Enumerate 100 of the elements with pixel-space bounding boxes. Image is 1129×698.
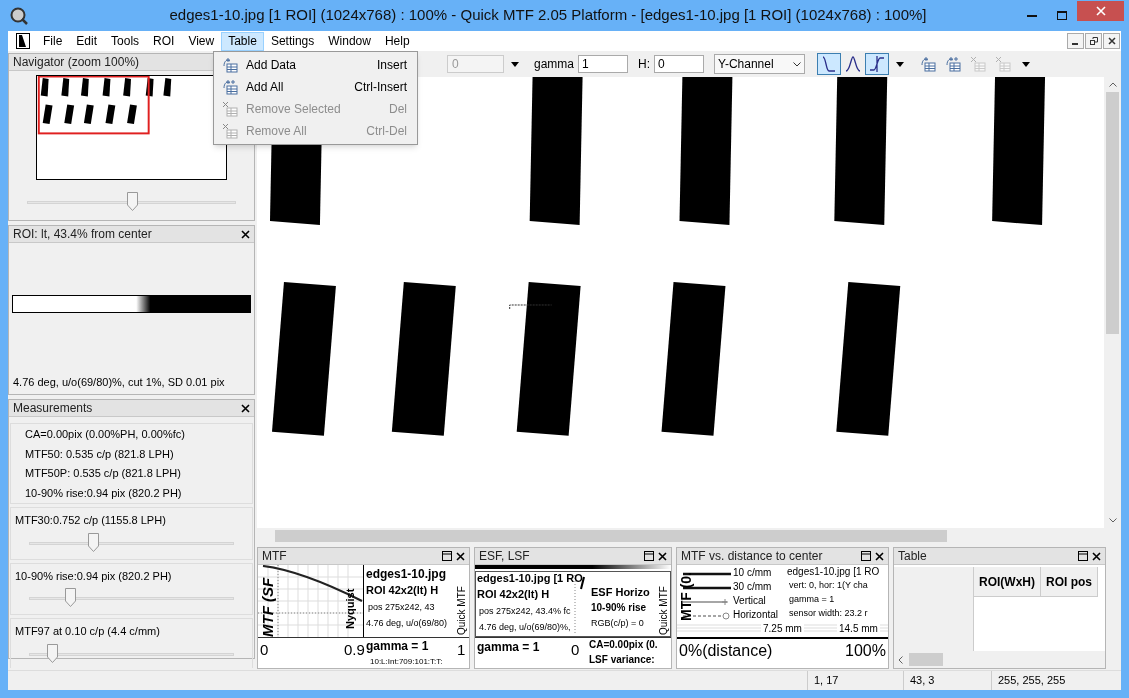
plot-text: Nyquist <box>345 587 357 629</box>
menu-item[interactable]: Window <box>321 31 378 51</box>
slider-thumb[interactable] <box>126 192 138 211</box>
curve-toggle-button[interactable] <box>817 53 841 75</box>
slider[interactable] <box>27 192 236 212</box>
column-header[interactable]: ROI(WxH) <box>974 567 1041 596</box>
plot-text: MTF (0. <box>679 571 695 621</box>
plot-text: MTF (SF <box>260 576 276 637</box>
table-remove-icon <box>970 56 986 72</box>
menu-item[interactable]: Edit <box>69 31 105 51</box>
float-icon[interactable] <box>644 551 654 561</box>
slider-label: MTF30:0.752 c/p (1155.8 LPH) <box>14 513 167 528</box>
plot-text: 30 c/mm <box>733 582 772 592</box>
table-remove-icon <box>222 123 238 139</box>
close-icon[interactable] <box>1092 551 1101 561</box>
close-icon[interactable] <box>456 551 465 561</box>
table-add-icon <box>920 56 936 72</box>
menu-item[interactable]: Settings <box>263 31 322 51</box>
document-restore-button[interactable] <box>1085 33 1102 49</box>
menu-item[interactable]: Table <box>221 31 264 51</box>
document-minimize-button[interactable] <box>1067 33 1084 49</box>
plot-text: 0 <box>571 642 580 657</box>
plot-text: Quick MTF <box>457 585 468 635</box>
panel-title: Table <box>898 548 927 565</box>
toolbar-overflow-icon[interactable] <box>896 61 904 67</box>
panel-title: MTF vs. distance to center <box>681 548 823 565</box>
measurement-text: 10-90% rise:0.94 pix (820.2 PH) <box>25 485 183 501</box>
table-add-icon <box>222 57 238 73</box>
close-icon[interactable] <box>875 551 884 561</box>
plot-text: Vertical <box>733 596 766 606</box>
slider-thumb[interactable] <box>46 643 58 663</box>
plot-text: vert: 0, hor: 1(Y cha <box>789 581 868 590</box>
menu-item[interactable]: File <box>36 31 70 51</box>
gamma-field[interactable]: 1 <box>578 55 628 73</box>
plot-text: 4.76 deg, u/o(69/80) <box>366 619 448 628</box>
roi-info: 4.76 deg, u/o(69/80)%, cut 1%, SD 0.01 pix <box>12 374 226 390</box>
plot-text: sensor width: 23.2 r <box>789 609 868 618</box>
h-field[interactable]: 0 <box>654 55 704 73</box>
restore-icon <box>1089 37 1098 45</box>
column-header[interactable]: ROI pos <box>1041 567 1098 596</box>
plot-text: gamma = 1 <box>477 641 540 653</box>
menu-item[interactable]: Help <box>377 31 417 51</box>
plot-text: 7.25 mm <box>761 624 804 634</box>
plot-text: 100% <box>845 643 886 659</box>
plot-text: Horizontal <box>733 610 779 620</box>
document-close-button[interactable] <box>1103 33 1120 49</box>
float-icon[interactable] <box>1078 551 1088 561</box>
plot-text: RGB(c/p) = 0 <box>591 619 644 628</box>
table-add-icon <box>222 79 238 95</box>
status-text: 1, 17 <box>807 671 903 690</box>
close-icon <box>1107 37 1116 45</box>
slider-thumb[interactable] <box>65 588 76 607</box>
minimize-icon <box>1027 14 1037 17</box>
slider[interactable] <box>29 532 234 553</box>
plot-text: 4.76 deg, u/o(69/80)%, <box>479 623 571 632</box>
dropdown-menu-item[interactable]: Add Data Insert <box>214 54 417 76</box>
panel-title: Navigator (zoom 100%) <box>13 54 140 71</box>
table-toolbar-button[interactable] <box>919 54 937 74</box>
slider[interactable] <box>29 643 234 664</box>
window-title: edges1-10.jpg [1 ROI] (1024x768) : 100% - Quick MTF 2.05 Platform - [edges1-10.jpg [1 ROI] (1024x768) : 100%] <box>168 5 928 26</box>
plot-text: 1 <box>457 642 466 657</box>
menu-item[interactable]: View <box>181 31 222 51</box>
plot-text: LSF variance: <box>589 655 655 665</box>
channel-select[interactable]: Y-Channel <box>714 54 805 74</box>
plot-text: 10 c/mm <box>733 568 772 578</box>
curve-icon <box>868 55 886 73</box>
toolbar-overflow-icon[interactable] <box>1022 61 1030 67</box>
plot-text: Quick MTF <box>659 585 670 635</box>
plot-text: gamma = 1 <box>366 640 429 652</box>
plot-text: 10:L:Int:709:101:T:T: <box>370 658 443 666</box>
menu-item[interactable]: Tools <box>104 31 147 51</box>
plot-text: pos 275x242, 43.4% fc <box>479 607 571 616</box>
plot-text: 14.5 mm <box>837 624 880 634</box>
scrollbar-thumb[interactable] <box>909 653 943 666</box>
panel-title: MTF <box>262 548 287 565</box>
plot-text: 0.9 <box>344 642 365 657</box>
chevron-down-icon <box>1108 518 1117 523</box>
table-remove-icon <box>222 101 238 117</box>
close-icon[interactable] <box>241 403 250 413</box>
plot-text: ROI 42x2(lt) H <box>477 589 550 600</box>
gamma-label: gamma <box>534 56 574 73</box>
slider-label: 10-90% rise:0.94 pix (820.2 PH) <box>14 568 173 584</box>
toolbar-overflow-icon[interactable] <box>511 61 519 67</box>
plot-text: CA=0.00pix (0. <box>589 640 658 650</box>
close-icon[interactable] <box>658 551 667 561</box>
plot-text: edges1-10.jpg [1 RO <box>477 573 583 584</box>
menu-item[interactable]: ROI <box>146 31 182 51</box>
close-icon[interactable] <box>241 229 250 239</box>
slider[interactable] <box>29 588 234 608</box>
dropdown-menu-item[interactable]: Add All Ctrl-Insert <box>214 76 417 98</box>
slider-thumb[interactable] <box>87 532 99 552</box>
float-icon[interactable] <box>861 551 871 561</box>
chevron-down-icon <box>793 61 801 67</box>
horizontal-scrollbar[interactable] <box>894 651 1105 668</box>
curve-toggle-button[interactable] <box>865 53 889 75</box>
plot-text: ROI 42x2(lt) H <box>366 585 439 596</box>
plot-text: 0%(distance) <box>679 643 773 659</box>
measurement-text: MTF50P: 0.535 c/p (821.8 LPH) <box>25 466 182 481</box>
table-toolbar-button[interactable] <box>944 54 962 74</box>
float-icon[interactable] <box>442 551 452 561</box>
